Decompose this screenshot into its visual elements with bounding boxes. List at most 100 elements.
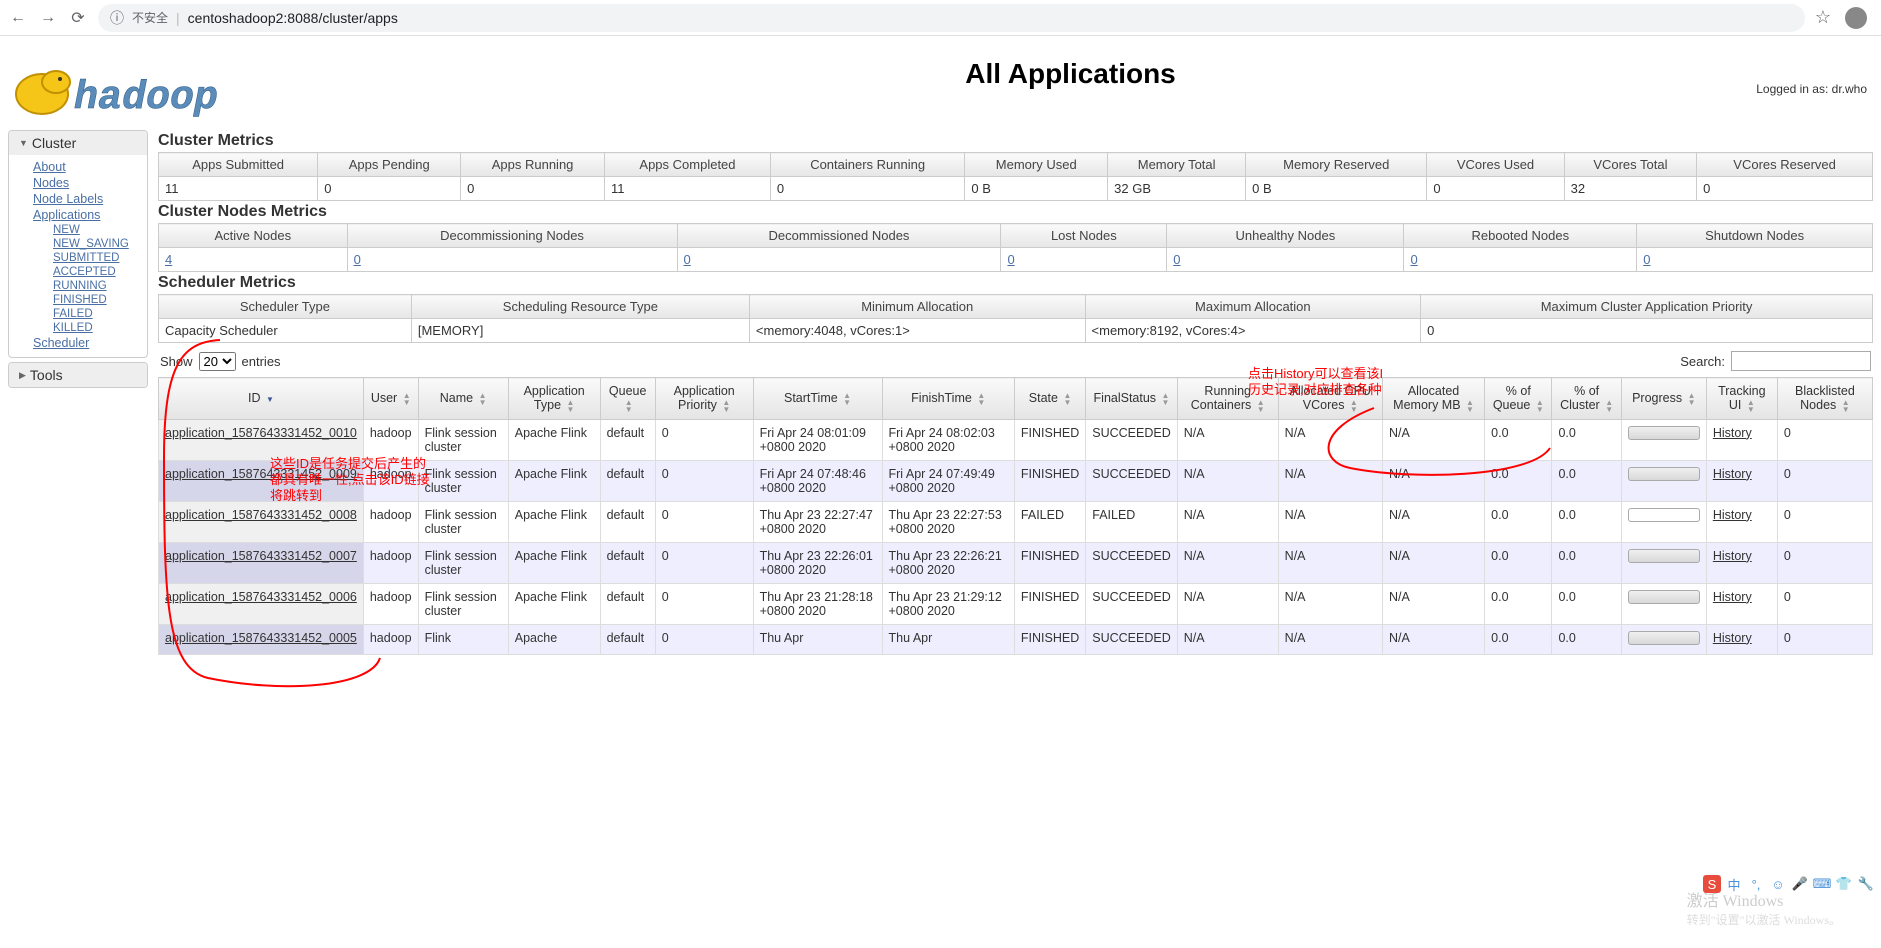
sidebar-link-failed[interactable]: FAILED (9, 307, 147, 321)
cluster-metrics-table: Apps SubmittedApps PendingApps RunningAp… (158, 152, 1873, 201)
hadoop-logo: hadoop (12, 54, 242, 122)
forward-button[interactable]: → (38, 8, 58, 28)
cell-type: Apache Flink (508, 460, 600, 501)
cell-finish: Fri Apr 24 08:02:03 +0800 2020 (882, 419, 1014, 460)
apps-header[interactable]: Progress ▲▼ (1621, 378, 1706, 420)
cell-blacklisted: 0 (1777, 501, 1872, 542)
apps-header[interactable]: FinishTime ▲▼ (882, 378, 1014, 420)
tracking-link[interactable]: History (1713, 549, 1752, 563)
sidebar-link-accepted[interactable]: ACCEPTED (9, 265, 147, 279)
tracking-link[interactable]: History (1713, 426, 1752, 440)
progress-bar (1628, 508, 1700, 522)
cell-finalstatus: SUCCEEDED (1086, 542, 1178, 583)
tracking-link[interactable]: History (1713, 508, 1752, 522)
cell-tracking: History (1706, 501, 1777, 542)
cell-pctqueue: 0.0 (1485, 501, 1552, 542)
ime-keyboard-icon[interactable]: ⌨ (1813, 875, 1831, 893)
tracking-link[interactable]: History (1713, 590, 1752, 604)
cell-pctcluster: 0.0 (1552, 542, 1621, 583)
cell-state: FINISHED (1014, 419, 1085, 460)
cell-priority: 0 (655, 460, 753, 501)
cell-priority: 0 (655, 501, 753, 542)
cell-queue: default (600, 624, 655, 654)
cell-blacklisted: 0 (1777, 542, 1872, 583)
svg-text:hadoop: hadoop (74, 76, 218, 121)
sidebar-section-tools[interactable]: ▶Tools (9, 363, 147, 387)
apps-header[interactable]: Application Priority ▲▼ (655, 378, 753, 420)
heading-sched-metrics: Scheduler Metrics (158, 274, 1873, 292)
sidebar-link-new[interactable]: NEW (9, 223, 147, 237)
search-input[interactable] (1731, 351, 1871, 371)
metrics-link[interactable]: 0 (1643, 252, 1650, 267)
metrics-link[interactable]: 0 (354, 252, 361, 267)
progress-bar (1628, 426, 1700, 440)
windows-watermark: 激活 Windows 转到"设置"以激活 Windows。 (1687, 887, 1841, 928)
apps-header[interactable]: Tracking UI ▲▼ (1706, 378, 1777, 420)
cell-finalstatus: SUCCEEDED (1086, 624, 1178, 654)
sidebar-link-killed[interactable]: KILLED (9, 321, 147, 335)
ime-emoji-icon[interactable]: ☺ (1769, 875, 1787, 893)
ime-skin-icon[interactable]: 👕 (1835, 875, 1853, 893)
scheduler-metrics-table: Scheduler TypeScheduling Resource TypeMi… (158, 294, 1873, 343)
sidebar-link-finished[interactable]: FINISHED (9, 293, 147, 307)
cell-start: Thu Apr 23 22:26:01 +0800 2020 (753, 542, 882, 583)
reload-button[interactable]: ⟳ (68, 8, 88, 28)
sidebar: ▼Cluster About Nodes Node Labels Applica… (8, 130, 148, 655)
metrics-link[interactable]: 4 (165, 252, 172, 267)
sidebar-link-running[interactable]: RUNNING (9, 279, 147, 293)
cell-type: Apache Flink (508, 583, 600, 624)
metrics-link[interactable]: 0 (684, 252, 691, 267)
cell-priority: 0 (655, 583, 753, 624)
metrics-link[interactable]: 0 (1173, 252, 1180, 267)
cell-containers: N/A (1177, 542, 1278, 583)
apps-header[interactable]: State ▲▼ (1014, 378, 1085, 420)
bookmark-icon[interactable]: ☆ (1815, 7, 1831, 28)
apps-header[interactable]: Running Containers ▲▼ (1177, 378, 1278, 420)
ime-tool-icon[interactable]: 🔧 (1857, 875, 1875, 893)
apps-header[interactable]: Queue ▲▼ (600, 378, 655, 420)
cell-state: FINISHED (1014, 542, 1085, 583)
apps-header[interactable]: StartTime ▲▼ (753, 378, 882, 420)
cell-state: FINISHED (1014, 624, 1085, 654)
cell-start: Fri Apr 24 07:48:46 +0800 2020 (753, 460, 882, 501)
cell-priority: 0 (655, 419, 753, 460)
apps-header[interactable]: FinalStatus ▲▼ (1086, 378, 1178, 420)
address-bar[interactable]: ⓘ 不安全 | centoshadoop2:8088/cluster/apps (98, 4, 1805, 32)
cell-queue: default (600, 583, 655, 624)
apps-header[interactable]: Application Type ▲▼ (508, 378, 600, 420)
sidebar-link-nodes[interactable]: Nodes (9, 175, 147, 191)
cell-finalstatus: SUCCEEDED (1086, 460, 1178, 501)
sidebar-link-newsaving[interactable]: NEW_SAVING (9, 237, 147, 251)
sidebar-link-nodelabels[interactable]: Node Labels (9, 191, 147, 207)
ime-mic-icon[interactable]: 🎤 (1791, 875, 1809, 893)
ime-s-icon[interactable]: S (1703, 875, 1721, 893)
cell-progress (1621, 624, 1706, 654)
profile-icon[interactable] (1845, 7, 1867, 29)
cell-finalstatus: FAILED (1086, 501, 1178, 542)
cell-type: Apache Flink (508, 542, 600, 583)
cell-tracking: History (1706, 419, 1777, 460)
page-title: All Applications (260, 58, 1881, 90)
cell-start: Thu Apr 23 22:27:47 +0800 2020 (753, 501, 882, 542)
heading-nodes-metrics: Cluster Nodes Metrics (158, 203, 1873, 221)
sidebar-section-cluster[interactable]: ▼Cluster (9, 131, 147, 155)
sidebar-link-scheduler[interactable]: Scheduler (9, 335, 147, 351)
sidebar-link-submitted[interactable]: SUBMITTED (9, 251, 147, 265)
cell-tracking: History (1706, 542, 1777, 583)
ime-lang-icon[interactable]: 中 (1725, 875, 1743, 893)
progress-bar (1628, 467, 1700, 481)
tracking-link[interactable]: History (1713, 467, 1752, 481)
back-button[interactable]: ← (8, 8, 28, 28)
sidebar-link-about[interactable]: About (9, 159, 147, 175)
metrics-link[interactable]: 0 (1410, 252, 1417, 267)
cell-progress (1621, 419, 1706, 460)
heading-cluster-metrics: Cluster Metrics (158, 132, 1873, 150)
sidebar-link-applications[interactable]: Applications (9, 207, 147, 223)
cell-queue: default (600, 542, 655, 583)
ime-punct-icon[interactable]: °, (1747, 875, 1765, 893)
cell-pctcluster: 0.0 (1552, 501, 1621, 542)
apps-header[interactable]: Blacklisted Nodes ▲▼ (1777, 378, 1872, 420)
tracking-link[interactable]: History (1713, 631, 1752, 645)
metrics-link[interactable]: 0 (1007, 252, 1014, 267)
cell-cpu: N/A (1278, 501, 1382, 542)
